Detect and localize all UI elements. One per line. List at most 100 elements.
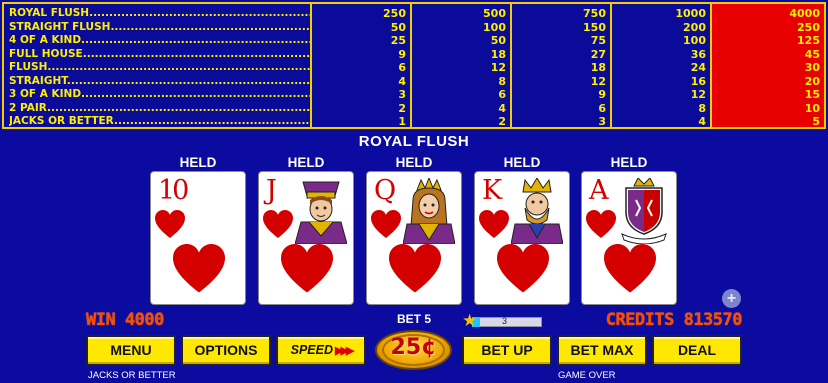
chevrons-right-icon: ▶▶▶ — [335, 345, 354, 357]
payout-cell: 250 — [797, 20, 820, 34]
queen-face-icon — [403, 178, 455, 244]
paytable-column-bet-3: 750 150 75 27 18 12 9 6 3 — [512, 4, 612, 128]
card-rank: 10 — [158, 175, 189, 206]
card-4[interactable]: K — [474, 171, 570, 305]
king-face-icon — [511, 178, 563, 244]
payout-cell: 12 — [490, 61, 506, 74]
payout-cell: 27 — [590, 47, 606, 61]
heart-icon — [155, 210, 185, 238]
paytable-column-bet-5: 4000 250 125 45 30 20 15 10 5 — [712, 4, 824, 128]
payout-cell: 100 — [483, 20, 506, 34]
heart-icon — [497, 244, 549, 293]
paytable-hand-name: STRAIGHT................................… — [9, 74, 310, 87]
payout-cell: 2 — [498, 115, 506, 128]
payout-cell: 18 — [490, 47, 506, 61]
paytable-column-bet-4: 1000 200 100 36 24 16 12 8 4 — [612, 4, 712, 128]
payout-cell: 500 — [483, 7, 506, 20]
paytable-hand-name: 4 OF A KIND.............................… — [9, 34, 310, 46]
payout-cell: 100 — [683, 34, 706, 47]
payout-cell: 1000 — [675, 7, 706, 20]
payout-cell: 50 — [490, 34, 506, 47]
payout-cell: 8 — [498, 74, 506, 88]
payout-cell: 4 — [698, 115, 706, 128]
menu-button[interactable]: MENU — [86, 335, 176, 366]
payout-cell: 250 — [383, 7, 406, 20]
denomination-button[interactable]: 25¢ — [375, 330, 452, 370]
heart-icon — [263, 210, 293, 238]
payout-cell: 24 — [690, 61, 706, 74]
payout-cell: 150 — [583, 20, 606, 34]
paytable-hand-name: 3 OF A KIND.............................… — [9, 88, 310, 100]
heart-icon — [389, 244, 441, 293]
payout-cell: 6 — [598, 101, 606, 115]
heart-icon — [371, 210, 401, 238]
payout-cell: 25 — [390, 34, 406, 47]
payout-cell: 1 — [398, 115, 406, 128]
card-rank: K — [482, 175, 503, 206]
paytable-hand-name: FULL HOUSE..............................… — [9, 47, 310, 60]
payout-cell: 36 — [690, 47, 706, 61]
card-3[interactable]: Q — [366, 171, 462, 305]
card-rank: J — [266, 175, 277, 206]
crest-icon — [621, 178, 667, 244]
game-name-label: JACKS OR BETTER — [88, 370, 176, 381]
paytable-column-bet-1: 250 50 25 9 6 4 3 2 1 — [312, 4, 412, 128]
payout-cell: 200 — [683, 20, 706, 34]
payout-cell: 12 — [690, 88, 706, 101]
card-1[interactable]: 10 — [150, 171, 246, 305]
win-amount: WIN 4000 — [86, 310, 164, 330]
payout-cell: 12 — [590, 74, 606, 88]
payout-cell: 20 — [804, 74, 820, 88]
options-button[interactable]: OPTIONS — [181, 335, 271, 366]
deal-button[interactable]: DEAL — [652, 335, 742, 366]
payout-cell: 6 — [398, 61, 406, 74]
held-label: HELD — [610, 155, 648, 170]
bet-amount: BET 5 — [396, 312, 431, 326]
denomination-value: 25¢ — [390, 335, 437, 360]
speed-button-label: SPEED — [290, 343, 333, 357]
paytable-column-bet-2: 500 100 50 18 12 8 6 4 2 — [412, 4, 512, 128]
payout-cell: 5 — [812, 115, 820, 128]
payout-cell: 6 — [498, 88, 506, 101]
card-rank: A — [589, 175, 609, 206]
game-screen: ROYAL FLUSH.............................… — [0, 0, 828, 383]
payout-cell: 4 — [498, 101, 506, 115]
paytable-hand-names: ROYAL FLUSH.............................… — [4, 4, 312, 127]
payout-cell: 9 — [398, 47, 406, 61]
paytable-hand-name: 2 PAIR..................................… — [9, 101, 310, 114]
bet-up-button[interactable]: BET UP — [462, 335, 552, 366]
plus-button[interactable]: + — [722, 289, 741, 308]
payout-cell: 45 — [804, 47, 820, 61]
payout-cell: 3 — [598, 115, 606, 128]
heart-icon — [479, 210, 509, 238]
speed-button[interactable]: SPEED ▶▶▶ — [276, 335, 366, 366]
jack-face-icon — [295, 181, 347, 244]
hand-result-label: ROYAL FLUSH — [358, 133, 470, 150]
payout-cell: 16 — [690, 74, 706, 88]
heart-icon — [173, 244, 225, 293]
payout-cell: 4000 — [789, 7, 820, 20]
speed-meter: ★ 3 — [462, 312, 544, 329]
payout-cell: 15 — [804, 88, 820, 101]
payout-cell: 30 — [804, 61, 820, 74]
paytable: ROYAL FLUSH.............................… — [2, 2, 826, 129]
payout-cell: 75 — [590, 34, 606, 47]
payout-cell: 2 — [398, 101, 406, 115]
bet-max-button[interactable]: BET MAX — [557, 335, 647, 366]
held-label: HELD — [503, 155, 541, 170]
heart-icon — [281, 244, 333, 293]
held-label: HELD — [287, 155, 325, 170]
card-rank: Q — [374, 175, 397, 206]
paytable-hand-name: STRAIGHT FLUSH..........................… — [9, 20, 310, 33]
payout-cell: 750 — [583, 7, 606, 20]
payout-cell: 125 — [797, 34, 820, 47]
payout-cell: 18 — [590, 61, 606, 74]
held-label: HELD — [179, 155, 217, 170]
held-label: HELD — [395, 155, 433, 170]
card-2[interactable]: J — [258, 171, 354, 305]
payout-cell: 9 — [598, 88, 606, 101]
payout-cell: 8 — [698, 101, 706, 115]
game-state-label: GAME OVER — [558, 370, 616, 381]
credits-amount: CREDITS 813570 — [605, 310, 743, 330]
card-5[interactable]: A — [581, 171, 677, 305]
